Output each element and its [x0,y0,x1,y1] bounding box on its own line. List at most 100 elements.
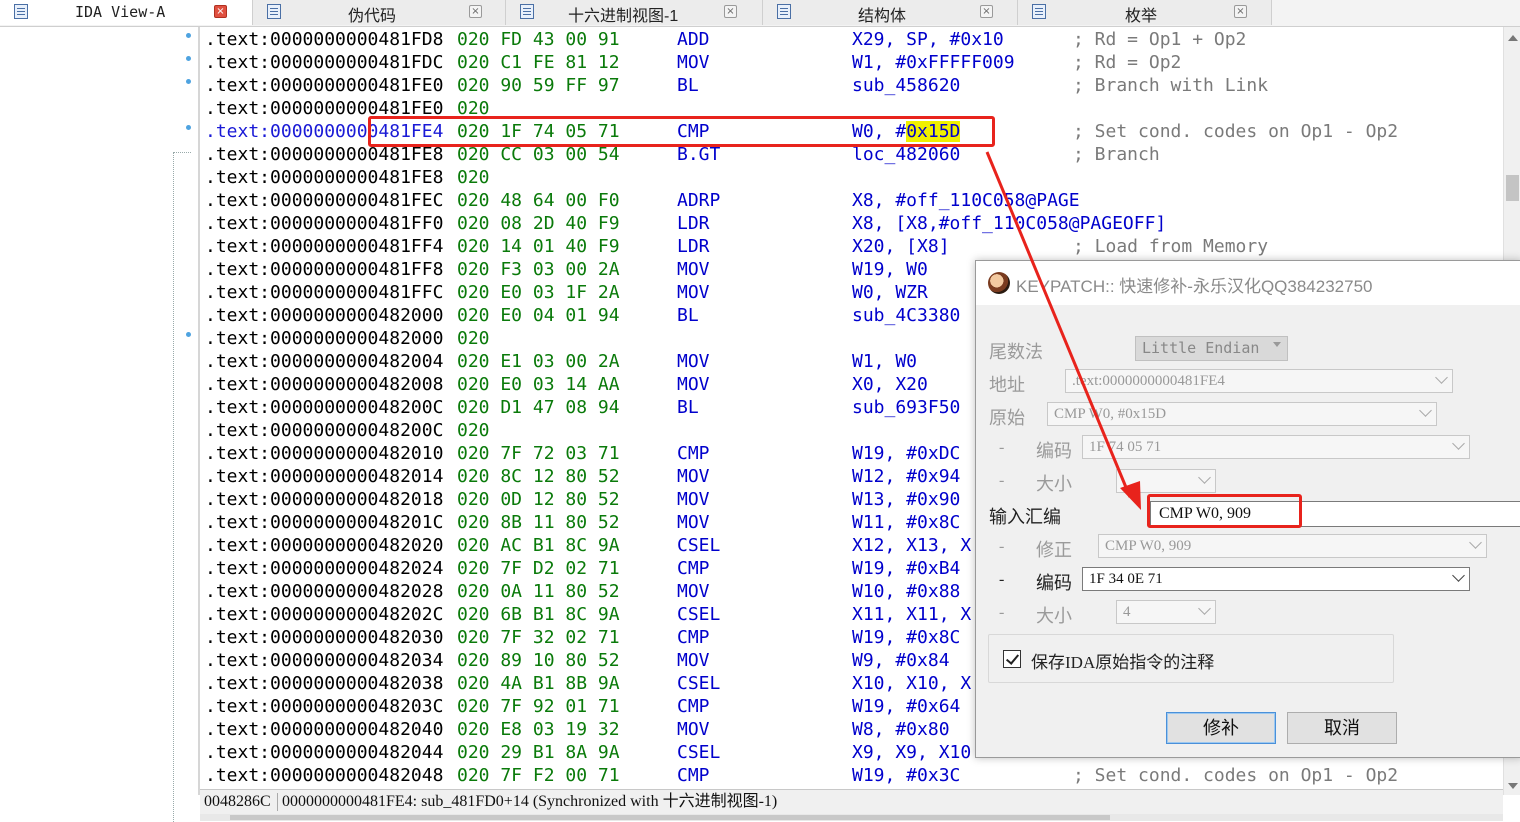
listing-address[interactable]: .text:0000000000481FE8 [205,167,443,188]
dialog-titlebar[interactable]: KEYPATCH:: 快速修补-永乐汉化QQ384232750 [976,261,1520,305]
listing-mnemonic[interactable]: MOV [677,258,710,281]
listing-address[interactable]: .text:0000000000482034 [205,650,443,671]
listing-address[interactable]: .text:0000000000482008 [205,374,443,395]
new-size-select[interactable]: 4 [1116,600,1216,624]
listing-mnemonic[interactable]: LDR [677,212,710,235]
listing-line[interactable]: .text:0000000000481FD8 020 FD 43 00 91 ADD… [205,28,1503,51]
listing-mnemonic[interactable]: CSEL [677,534,720,557]
listing-mnemonic[interactable]: MOV [677,51,710,74]
listing-address[interactable]: .text:0000000000482018 [205,489,443,510]
listing-mnemonic[interactable]: CMP [677,626,710,649]
listing-address[interactable]: .text:0000000000481FFC [205,282,443,303]
listing-line[interactable]: .text:0000000000481FDC 020 C1 FE 81 12 MOV… [205,51,1503,74]
original-select[interactable]: CMP W0, #0x15D [1047,402,1437,426]
listing-mnemonic[interactable]: BL [677,74,699,97]
tab-hex-view[interactable]: 十六进制视图-1 × [506,0,763,25]
close-icon[interactable]: × [214,5,227,18]
listing-line[interactable]: .text:0000000000481FEC 020 48 64 00 F0 ADR… [205,189,1503,212]
listing-mnemonic[interactable]: MOV [677,350,710,373]
listing-address[interactable]: .text:0000000000481FD8 [205,29,443,50]
listing-line[interactable]: .text:0000000000481FF4 020 14 01 40 F9 LDR… [205,235,1503,258]
listing-operands[interactable]: W19, #0xB4 [852,557,960,580]
listing-operands[interactable]: W19, #0xDC [852,442,960,465]
listing-mnemonic[interactable]: MOV [677,649,710,672]
listing-address[interactable]: .text:0000000000482020 [205,535,443,556]
listing-operands[interactable]: W10, #0x88 [852,580,960,603]
breakpoint-dot[interactable] [186,332,191,337]
listing-operands[interactable]: W19, #0x8C [852,626,960,649]
listing-mnemonic[interactable]: CSEL [677,603,720,626]
listing-address[interactable]: .text:0000000000482000 [205,328,443,349]
listing-operands[interactable]: X12, X13, X [852,534,971,557]
listing-address[interactable]: .text:000000000048202C [205,604,443,625]
listing-operands[interactable]: W1, W0 [852,350,917,373]
listing-address[interactable]: .text:0000000000481FE0 [205,75,443,96]
listing-address[interactable]: .text:0000000000481FEC [205,190,443,211]
close-icon[interactable]: × [724,5,737,18]
listing-operands[interactable]: X0, X20 [852,373,928,396]
scroll-down-icon[interactable] [1508,783,1518,789]
listing-address[interactable]: .text:0000000000481FF0 [205,213,443,234]
close-icon[interactable]: × [1234,5,1247,18]
listing-mnemonic[interactable]: CSEL [677,741,720,764]
endian-select[interactable]: Little Endian [1135,336,1288,361]
listing-mnemonic[interactable]: LDR [677,235,710,258]
listing-address[interactable]: .text:0000000000482000 [205,305,443,326]
listing-operands[interactable]: sub_4C3380 [852,304,960,327]
listing-operands[interactable]: W0, WZR [852,281,928,304]
patch-button[interactable]: 修补 [1166,712,1276,744]
listing-operands[interactable]: W13, #0x90 [852,488,960,511]
orig-size-select[interactable] [1116,469,1216,493]
address-select[interactable]: .text:0000000000481FE4 [1065,369,1453,393]
listing-address[interactable]: .text:0000000000482040 [205,719,443,740]
orig-encoding-select[interactable]: 1F 74 05 71 [1082,435,1470,459]
listing-mnemonic[interactable]: MOV [677,511,710,534]
horizontal-scrollbar[interactable] [200,814,1503,821]
listing-mnemonic[interactable]: BL [677,396,699,419]
listing-mnemonic[interactable]: ADD [677,28,710,51]
listing-address[interactable]: .text:0000000000482048 [205,765,443,786]
breakpoint-dot[interactable] [186,125,191,130]
listing-address[interactable]: .text:000000000048201C [205,512,443,533]
scroll-thumb[interactable] [230,815,1110,820]
save-comment-checkbox[interactable] [1003,650,1021,668]
listing-line[interactable]: .text:0000000000481FE8 020 [205,166,1503,189]
listing-address[interactable]: .text:000000000048200C [205,420,443,441]
listing-address[interactable]: .text:0000000000481FF4 [205,236,443,257]
tab-structures[interactable]: 结构体 × [763,0,1018,25]
listing-address[interactable]: .text:0000000000482028 [205,581,443,602]
listing-operands[interactable]: W19, #0x64 [852,695,960,718]
listing-line[interactable]: .text:0000000000481FF0 020 08 2D 40 F9 LDR… [205,212,1503,235]
listing-address[interactable]: .text:0000000000482010 [205,443,443,464]
listing-operands[interactable]: X8, #off_110C058@PAGE [852,189,1080,212]
listing-operands[interactable]: X29, SP, #0x10 [852,28,1004,51]
listing-operands[interactable]: X20, [X8] [852,235,950,258]
listing-line[interactable]: .text:0000000000481FE0 020 90 59 FF 97 BL s… [205,74,1503,97]
listing-mnemonic[interactable]: CMP [677,557,710,580]
scroll-up-icon[interactable] [1508,35,1518,41]
fixup-select[interactable]: CMP W0, 909 [1098,534,1487,558]
listing-mnemonic[interactable]: BL [677,304,699,327]
new-encoding-select[interactable]: 1F 34 0E 71 [1082,567,1470,591]
listing-operands[interactable]: W9, #0x84 [852,649,950,672]
listing-mnemonic[interactable]: CMP [677,442,710,465]
listing-mnemonic[interactable]: CMP [677,695,710,718]
listing-operands[interactable]: W12, #0x94 [852,465,960,488]
scroll-thumb[interactable] [1506,175,1519,201]
listing-address[interactable]: .text:0000000000482014 [205,466,443,487]
breakpoint-dot[interactable] [186,56,191,61]
tab-pseudocode[interactable]: 伪代码 × [253,0,506,25]
listing-operands[interactable]: X10, X10, X [852,672,971,695]
listing-address[interactable]: .text:0000000000482038 [205,673,443,694]
listing-address[interactable]: .text:000000000048203C [205,696,443,717]
listing-operands[interactable]: X9, X9, X10 [852,741,971,764]
listing-mnemonic[interactable]: MOV [677,718,710,741]
listing-operands[interactable]: W1, #0xFFFFF009 [852,51,1015,74]
listing-mnemonic[interactable]: MOV [677,465,710,488]
listing-mnemonic[interactable]: MOV [677,373,710,396]
listing-operands[interactable]: W8, #0x80 [852,718,950,741]
listing-mnemonic[interactable]: MOV [677,281,710,304]
listing-mnemonic[interactable]: CSEL [677,672,720,695]
listing-mnemonic[interactable]: MOV [677,488,710,511]
listing-address[interactable]: .text:0000000000481FF8 [205,259,443,280]
